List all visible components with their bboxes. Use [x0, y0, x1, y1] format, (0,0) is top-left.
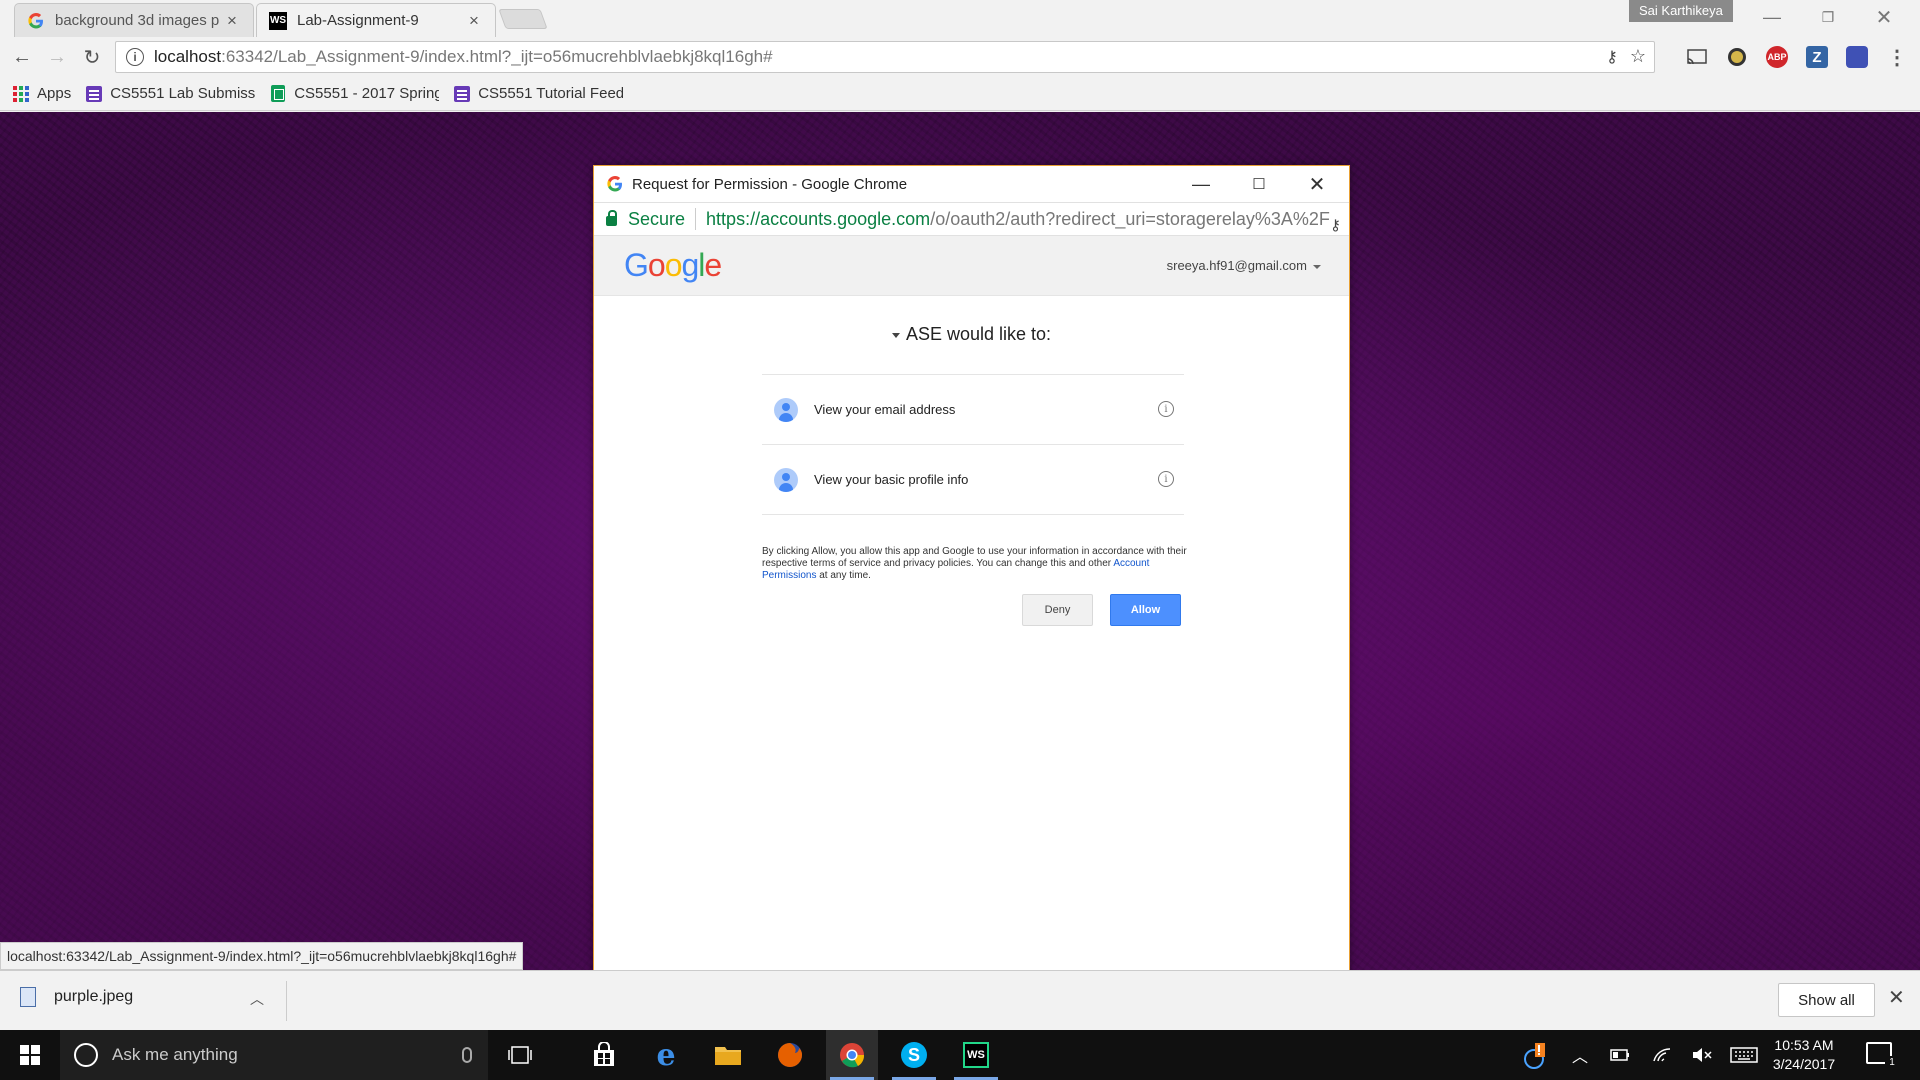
consent-panel: ASE would like to: View your email addre…: [594, 296, 1349, 626]
scope-email: View your email address i: [762, 375, 1184, 445]
address-separator: [695, 208, 697, 230]
show-all-downloads-button[interactable]: Show all: [1778, 983, 1875, 1017]
google-forms-icon: [453, 85, 471, 103]
skype-icon[interactable]: S: [888, 1030, 940, 1080]
site-info-icon[interactable]: i: [126, 48, 144, 66]
person-icon: [774, 397, 798, 422]
menu-icon[interactable]: ⋮: [1886, 46, 1908, 69]
popup-maximize-icon[interactable]: ☐: [1230, 166, 1288, 202]
notification-count-badge: 1: [1885, 1056, 1899, 1070]
popup-close-icon[interactable]: ✕: [1288, 166, 1346, 202]
forward-arrow-icon[interactable]: →: [45, 45, 69, 69]
start-button[interactable]: [0, 1030, 60, 1080]
webstorm-icon: WS: [269, 11, 287, 30]
adblock-plus-icon[interactable]: ABP: [1766, 46, 1788, 68]
back-arrow-icon[interactable]: ←: [10, 45, 34, 69]
allow-button[interactable]: Allow: [1110, 594, 1181, 626]
chevron-up-icon[interactable]: ︿: [250, 989, 264, 1009]
tab-lab-assignment-9[interactable]: WS Lab-Assignment-9 ×: [256, 3, 496, 37]
account-switcher[interactable]: sreeya.hf91@gmail.com: [1167, 258, 1321, 273]
profile-button[interactable]: Sai Karthikeya: [1629, 0, 1733, 22]
zotero-icon[interactable]: Z: [1806, 46, 1828, 68]
task-view-icon[interactable]: [494, 1030, 546, 1080]
deny-button[interactable]: Deny: [1022, 594, 1093, 626]
chrome-icon[interactable]: [826, 1030, 878, 1080]
firefox-icon[interactable]: [764, 1030, 816, 1080]
tab-title: background 3d images p: [55, 12, 220, 29]
google-forms-icon: [85, 85, 103, 103]
lock-icon: [606, 210, 617, 226]
toolbar: ← → ↻ i localhost:63342/Lab_Assignment-9…: [0, 37, 1920, 77]
image-file-icon: [20, 987, 36, 1007]
consent-heading[interactable]: ASE would like to:: [594, 324, 1349, 345]
address-bar[interactable]: i localhost:63342/Lab_Assignment-9/index…: [115, 41, 1655, 73]
cortana-search-box[interactable]: Ask me anything: [60, 1030, 488, 1080]
download-item[interactable]: purple.jpeg: [20, 987, 133, 1007]
windows-logo-icon: [20, 1045, 40, 1065]
tab-title: Lab-Assignment-9: [297, 12, 419, 29]
keyboard-icon[interactable]: [1726, 1030, 1762, 1080]
bookmarks-bar: Apps CS5551 Lab Submissio CS5551 - 2017 …: [0, 77, 1920, 111]
close-tab-icon[interactable]: ×: [223, 11, 241, 31]
tab-background-3d-images[interactable]: background 3d images p ×: [14, 3, 254, 37]
bookmark-cs5551-2017-spring[interactable]: CS5551 - 2017 Spring: [269, 85, 439, 103]
minimize-icon[interactable]: —: [1748, 0, 1796, 34]
download-separator: [286, 981, 287, 1021]
google-g-icon: [606, 175, 624, 193]
bookmark-apps[interactable]: Apps: [12, 85, 71, 103]
scope-list: View your email address i View your basi…: [762, 374, 1184, 515]
google-g-icon: [27, 12, 45, 30]
tab-strip: background 3d images p × WS Lab-Assignme…: [0, 0, 1920, 37]
popup-address-bar[interactable]: Secure https://accounts.google.com/o/oau…: [594, 202, 1349, 236]
address-url: localhost:63342/Lab_Assignment-9/index.h…: [154, 47, 773, 66]
popup-window-title: Request for Permission - Google Chrome: [632, 175, 908, 193]
restore-icon[interactable]: ❐: [1804, 0, 1852, 34]
apps-grid-icon: [12, 85, 30, 103]
status-bar-url: localhost:63342/Lab_Assignment-9/index.h…: [0, 942, 524, 970]
microphone-icon[interactable]: [462, 1047, 472, 1063]
cortana-icon: [74, 1043, 98, 1067]
caret-down-icon: [891, 332, 900, 338]
extension-icon[interactable]: [1846, 46, 1868, 68]
bookmark-star-icon[interactable]: ☆: [1630, 46, 1646, 67]
lastpass-icon[interactable]: [1726, 46, 1748, 68]
volume-muted-icon[interactable]: [1686, 1030, 1718, 1080]
popup-minimize-icon[interactable]: —: [1172, 166, 1230, 202]
wifi-icon[interactable]: [1646, 1030, 1678, 1080]
download-file-name: purple.jpeg: [54, 988, 134, 1005]
popup-url: https://accounts.google.com/o/oauth2/aut…: [706, 208, 1330, 229]
bookmark-cs5551-lab-submission[interactable]: CS5551 Lab Submissio: [85, 85, 255, 103]
new-tab-button[interactable]: [498, 9, 548, 29]
google-header: Google sreeya.hf91@gmail.com: [594, 236, 1349, 296]
windows-taskbar: Ask me anything e S WS ︿ 10:53 AM 3/24/2…: [0, 1030, 1920, 1080]
vlc-tray-icon[interactable]: [1518, 1030, 1552, 1080]
close-shelf-icon[interactable]: ✕: [1888, 985, 1905, 1010]
scope-profile: View your basic profile info i: [762, 445, 1184, 515]
key-icon[interactable]: ⚷: [1330, 216, 1341, 234]
store-icon[interactable]: [578, 1030, 630, 1080]
reload-icon[interactable]: ↻: [80, 45, 104, 69]
secure-label: Secure: [628, 208, 686, 229]
battery-icon[interactable]: [1604, 1030, 1636, 1080]
google-sheets-icon: [269, 85, 287, 103]
system-clock[interactable]: 10:53 AM 3/24/2017: [1766, 1036, 1842, 1074]
google-logo: Google: [624, 247, 722, 283]
info-icon[interactable]: i: [1158, 471, 1174, 487]
bookmark-cs5551-tutorial-feedback[interactable]: CS5551 Tutorial Feedb: [453, 85, 623, 103]
download-shelf: purple.jpeg ︿ Show all ✕: [0, 970, 1920, 1030]
consent-disclaimer: By clicking Allow, you allow this app an…: [762, 546, 1187, 581]
file-explorer-icon[interactable]: [702, 1030, 754, 1080]
key-icon[interactable]: ⚷: [1606, 47, 1618, 67]
close-window-icon[interactable]: ✕: [1860, 0, 1908, 34]
webstorm-icon[interactable]: WS: [950, 1030, 1002, 1080]
permission-popup-window: Request for Permission - Google Chrome —…: [593, 165, 1350, 1001]
chevron-up-tray-icon[interactable]: ︿: [1566, 1030, 1594, 1080]
search-placeholder: Ask me anything: [112, 1045, 238, 1064]
cast-icon[interactable]: [1686, 46, 1708, 68]
edge-icon[interactable]: e: [640, 1030, 692, 1080]
close-tab-icon[interactable]: ×: [465, 11, 483, 31]
info-icon[interactable]: i: [1158, 401, 1174, 417]
person-icon: [774, 467, 798, 492]
